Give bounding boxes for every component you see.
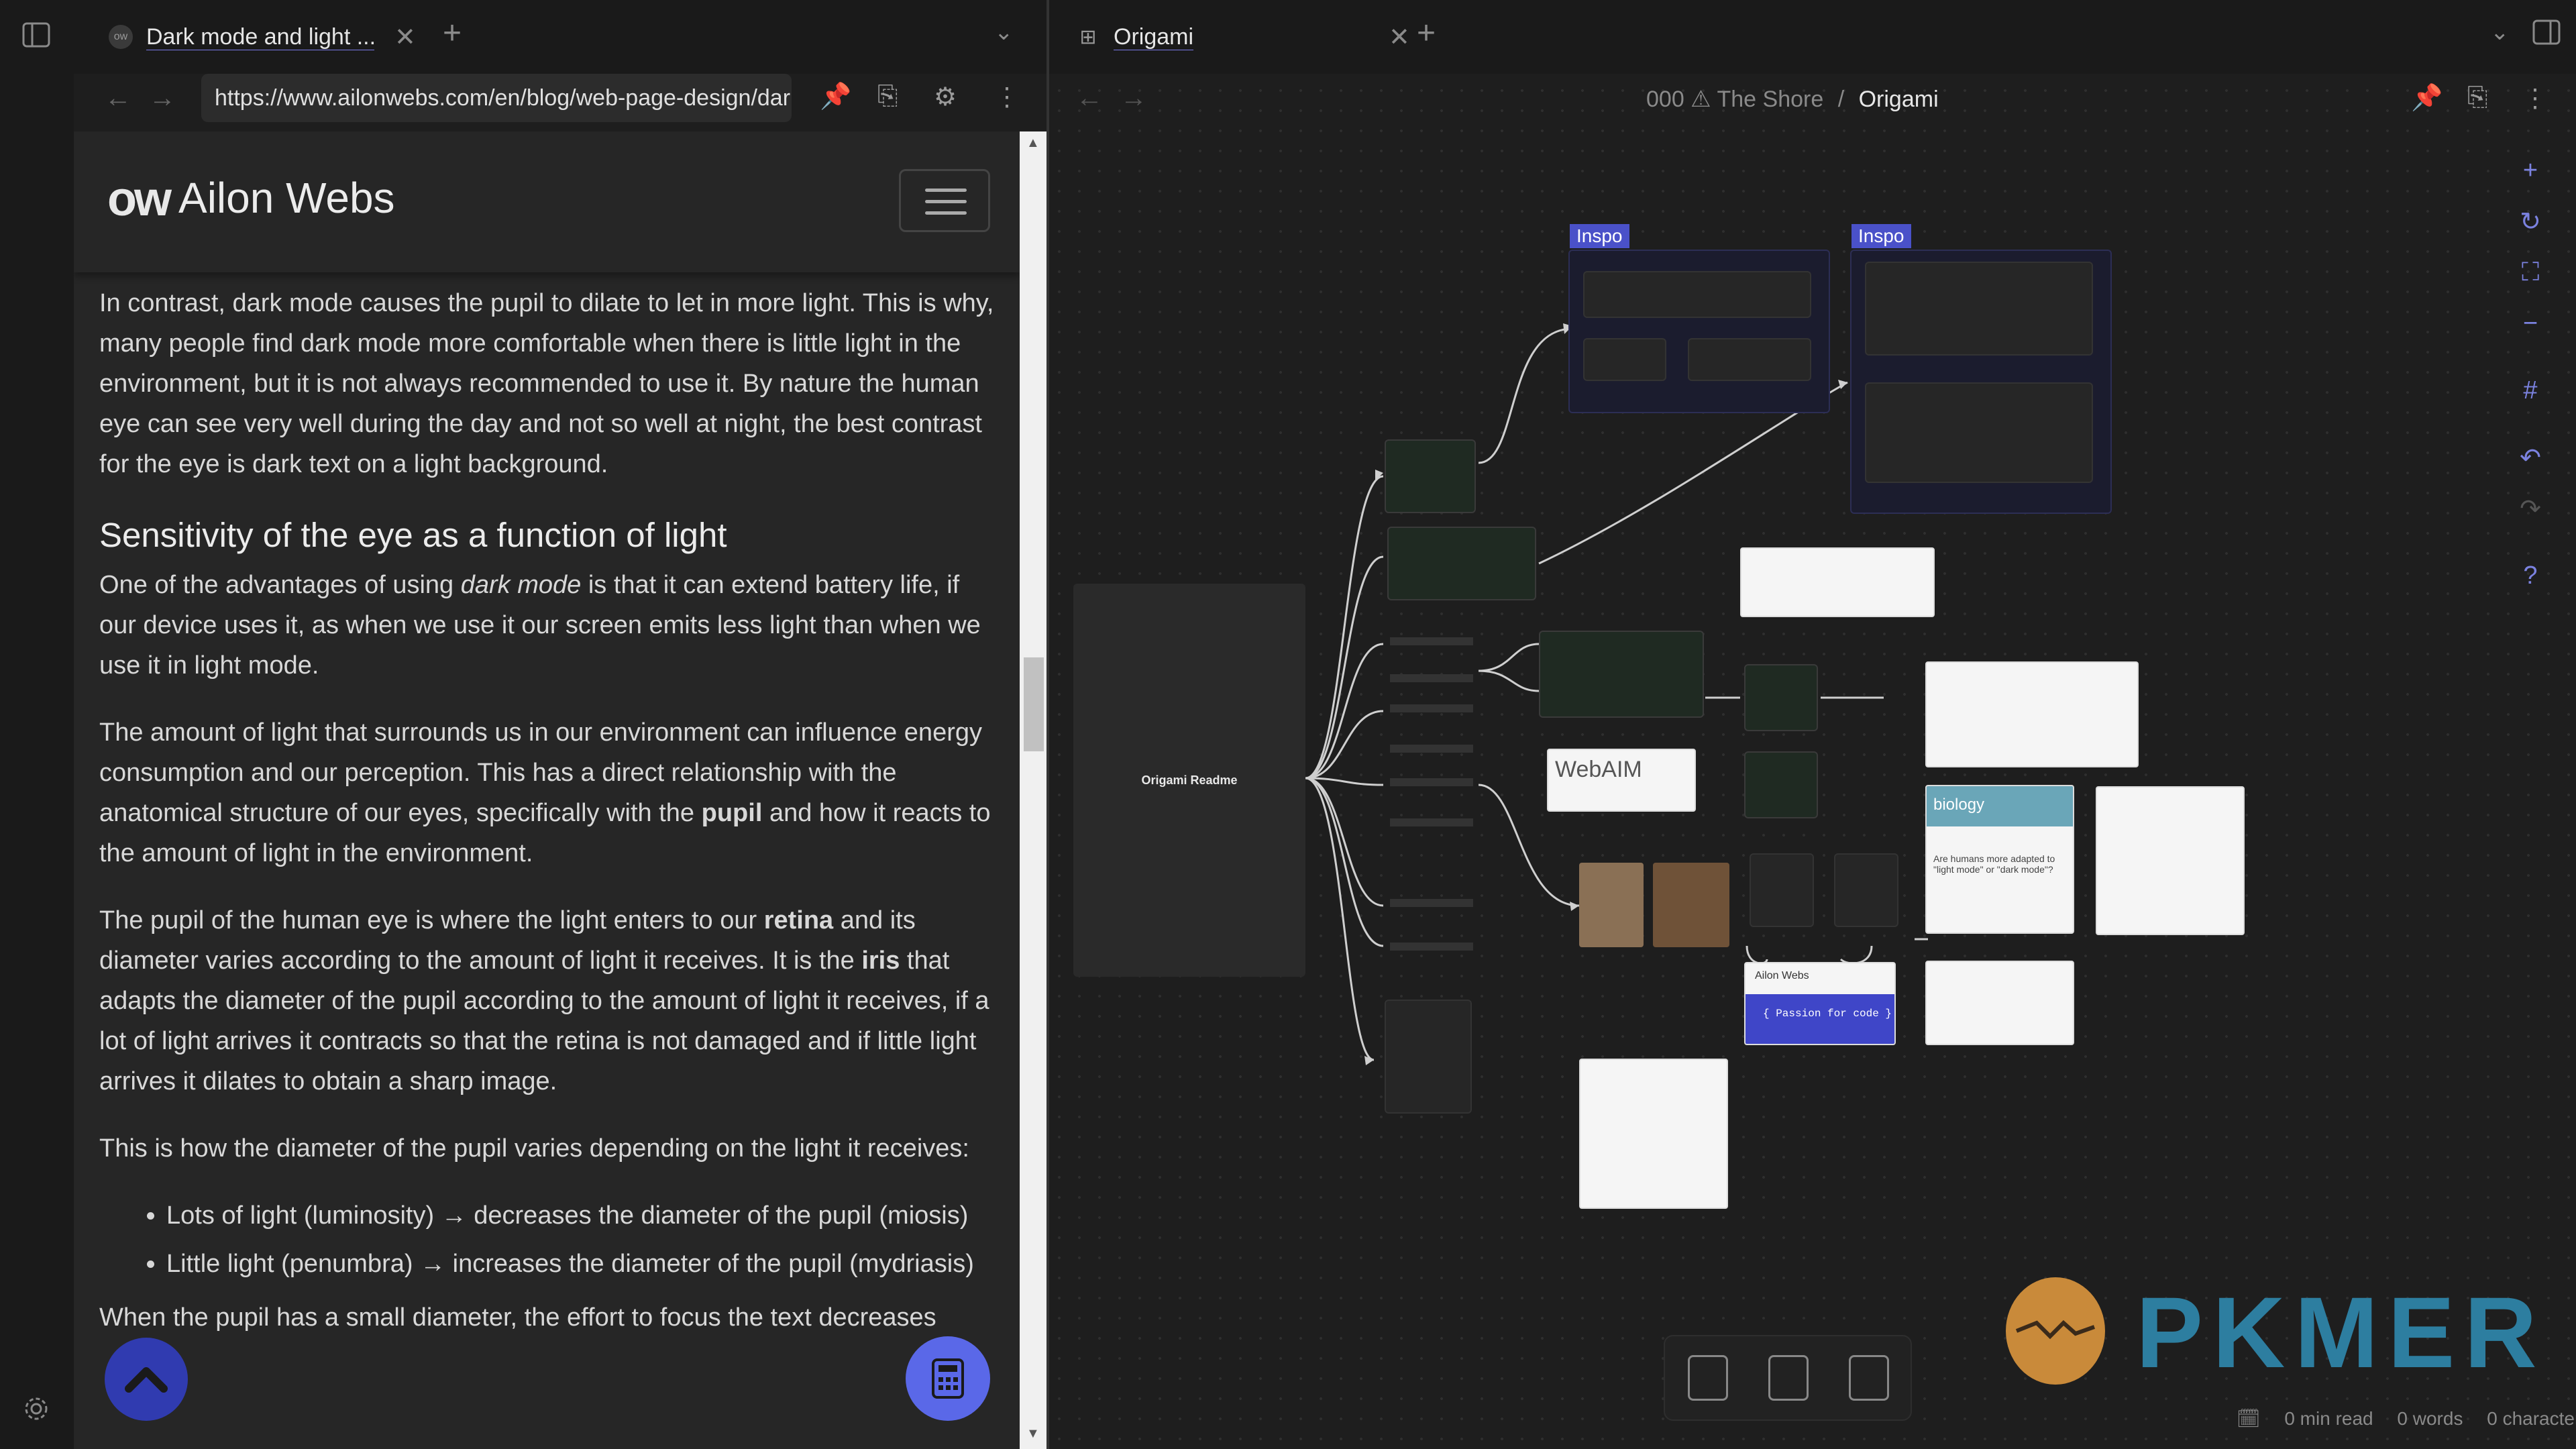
new-tab-icon[interactable]: + (443, 15, 462, 52)
list-item: Lots of light (luminosity) → decreases t… (166, 1195, 998, 1236)
group-label[interactable]: Inspo (1851, 224, 1911, 248)
image-card[interactable] (1579, 863, 1644, 947)
reset-zoom-icon[interactable]: ↻ (2512, 203, 2549, 240)
zoom-out-icon[interactable]: − (2512, 305, 2549, 342)
canvas-node[interactable] (1390, 778, 1473, 786)
paragraph: This is how the diameter of the pupil va… (99, 1134, 969, 1163)
left-ribbon (0, 0, 75, 1449)
pkmer-watermark: PKMER (2136, 1276, 2546, 1389)
site-logo[interactable]: ow (107, 172, 172, 227)
canvas-node[interactable] (1385, 1000, 1472, 1114)
paragraph: The amount of light that surrounds us in… (99, 718, 991, 867)
list-item: Little light (penumbra) → increases the … (166, 1244, 998, 1284)
pkmer-logo (2006, 1277, 2105, 1385)
word-count: 0 words (2397, 1408, 2463, 1429)
canvas-node[interactable] (1390, 899, 1473, 907)
left-pane: ow Dark mode and light ... ✕ + ⌄ ← → htt… (74, 0, 1046, 1449)
article-card[interactable] (1925, 961, 2074, 1045)
section-heading: Sensitivity of the eye as a function of … (99, 516, 727, 554)
redo-icon[interactable]: ↷ (2512, 490, 2549, 527)
site-header: ow Ailon Webs (74, 131, 1020, 272)
canvas-pane: ⊞ Origami ✕ + ⌄ ← → 000 ⚠ The Shore / Or… (1049, 0, 2576, 1449)
scroll-to-top-button[interactable] (105, 1338, 188, 1421)
canvas-node[interactable] (1390, 943, 1473, 951)
canvas-node[interactable] (1744, 664, 1818, 731)
site-name[interactable]: Ailon Webs (178, 173, 395, 223)
add-file-icon[interactable] (1849, 1355, 1889, 1401)
help-icon[interactable]: ? (2512, 557, 2549, 594)
close-tab-icon[interactable]: ✕ (394, 22, 416, 52)
article-card[interactable] (1925, 661, 2139, 767)
paragraph: In contrast, dark mode causes the pupil … (99, 289, 994, 478)
scroll-up-arrow-icon[interactable]: ▲ (1026, 136, 1040, 151)
paragraph: One of the advantages of using dark mode… (99, 571, 981, 680)
sidebar-toggle-icon[interactable] (19, 17, 54, 52)
status-bar: 🗓 0 min read 0 words 0 characters (2237, 1407, 2576, 1430)
web-page: In contrast, dark mode causes the pupil … (74, 131, 1020, 1449)
hamburger-menu-button[interactable] (899, 169, 990, 232)
canvas-node[interactable] (1539, 631, 1704, 718)
canvas-node[interactable] (1390, 818, 1473, 826)
add-media-icon[interactable] (1768, 1355, 1809, 1401)
readme-node[interactable]: Origami Readme (1073, 584, 1305, 977)
forward-arrow-icon[interactable]: → (149, 83, 176, 113)
undo-icon[interactable]: ↶ (2512, 439, 2549, 476)
scroll-down-arrow-icon[interactable]: ▼ (1026, 1426, 1040, 1442)
snap-to-grid-icon[interactable]: # (2512, 372, 2549, 409)
canvas-node[interactable] (1834, 853, 1898, 927)
article-body: In contrast, dark mode causes the pupil … (99, 283, 998, 1364)
page-scrollbar[interactable]: ▲ ▼ (1020, 131, 1046, 1449)
settings-gear-icon[interactable] (19, 1391, 54, 1426)
linkedin-card[interactable] (1740, 547, 1935, 617)
group-inspo-2[interactable] (1850, 250, 2112, 514)
fit-to-screen-icon[interactable]: ⛶ (2512, 254, 2549, 291)
add-note-icon[interactable] (1688, 1355, 1728, 1401)
ailon-webs-card[interactable]: Ailon Webs { Passion for code } (1744, 962, 1896, 1045)
left-tab-bar: ow Dark mode and light ... ✕ + ⌄ (74, 0, 1046, 74)
canvas-node[interactable] (1390, 704, 1473, 712)
tab-favicon-icon: ow (109, 25, 133, 49)
canvas-node[interactable] (1390, 637, 1473, 645)
tab-title: Dark mode and light ... (146, 23, 374, 50)
settings-icon[interactable]: ⚙ (934, 82, 957, 112)
more-options-icon[interactable]: ⋮ (994, 82, 1020, 112)
group-inspo-1[interactable] (1568, 250, 1830, 413)
canvas-node[interactable] (1385, 439, 1476, 513)
canvas-node[interactable] (1390, 674, 1473, 682)
webaim-card[interactable]: WebAIM (1547, 749, 1696, 812)
group-label[interactable]: Inspo (1570, 224, 1629, 248)
calculator-button[interactable] (906, 1336, 990, 1421)
article-card[interactable] (1579, 1059, 1728, 1209)
chevron-up-icon (125, 1367, 168, 1393)
paragraph: When the pupil has a small diameter, the… (99, 1303, 936, 1332)
calendar-icon: 🗓 (2237, 1408, 2261, 1429)
url-input[interactable]: https://www.ailonwebs.com/en/blog/web-pa… (201, 74, 792, 122)
pin-icon[interactable]: 📌 (820, 82, 851, 111)
article-card[interactable] (2096, 786, 2245, 935)
image-card[interactable] (1653, 863, 1729, 947)
canvas-card-toolbar (1664, 1335, 1912, 1421)
canvas-node[interactable] (1750, 853, 1814, 927)
canvas-node[interactable] (1387, 527, 1536, 600)
biology-card[interactable]: biology Are humans more adapted to "ligh… (1925, 785, 2074, 934)
canvas-node[interactable] (1390, 745, 1473, 753)
bullet-list: Lots of light (luminosity) → decreases t… (99, 1195, 998, 1284)
scroll-thumb[interactable] (1024, 657, 1044, 751)
webview-nav-bar: ← → https://www.ailonwebs.com/en/blog/we… (74, 74, 1046, 127)
back-arrow-icon[interactable]: ← (105, 83, 131, 113)
character-count: 0 characters (2487, 1408, 2576, 1429)
chevron-down-icon[interactable]: ⌄ (994, 19, 1014, 46)
tab-dark-mode[interactable]: ow Dark mode and light ... ✕ (109, 15, 416, 59)
paragraph: The pupil of the human eye is where the … (99, 906, 989, 1095)
canvas-node[interactable] (1744, 751, 1818, 818)
reading-time: 0 min read (2284, 1408, 2373, 1429)
calculator-icon (932, 1358, 964, 1399)
zoom-in-icon[interactable]: + (2512, 152, 2549, 189)
copy-icon[interactable]: ⎘ (877, 82, 898, 111)
